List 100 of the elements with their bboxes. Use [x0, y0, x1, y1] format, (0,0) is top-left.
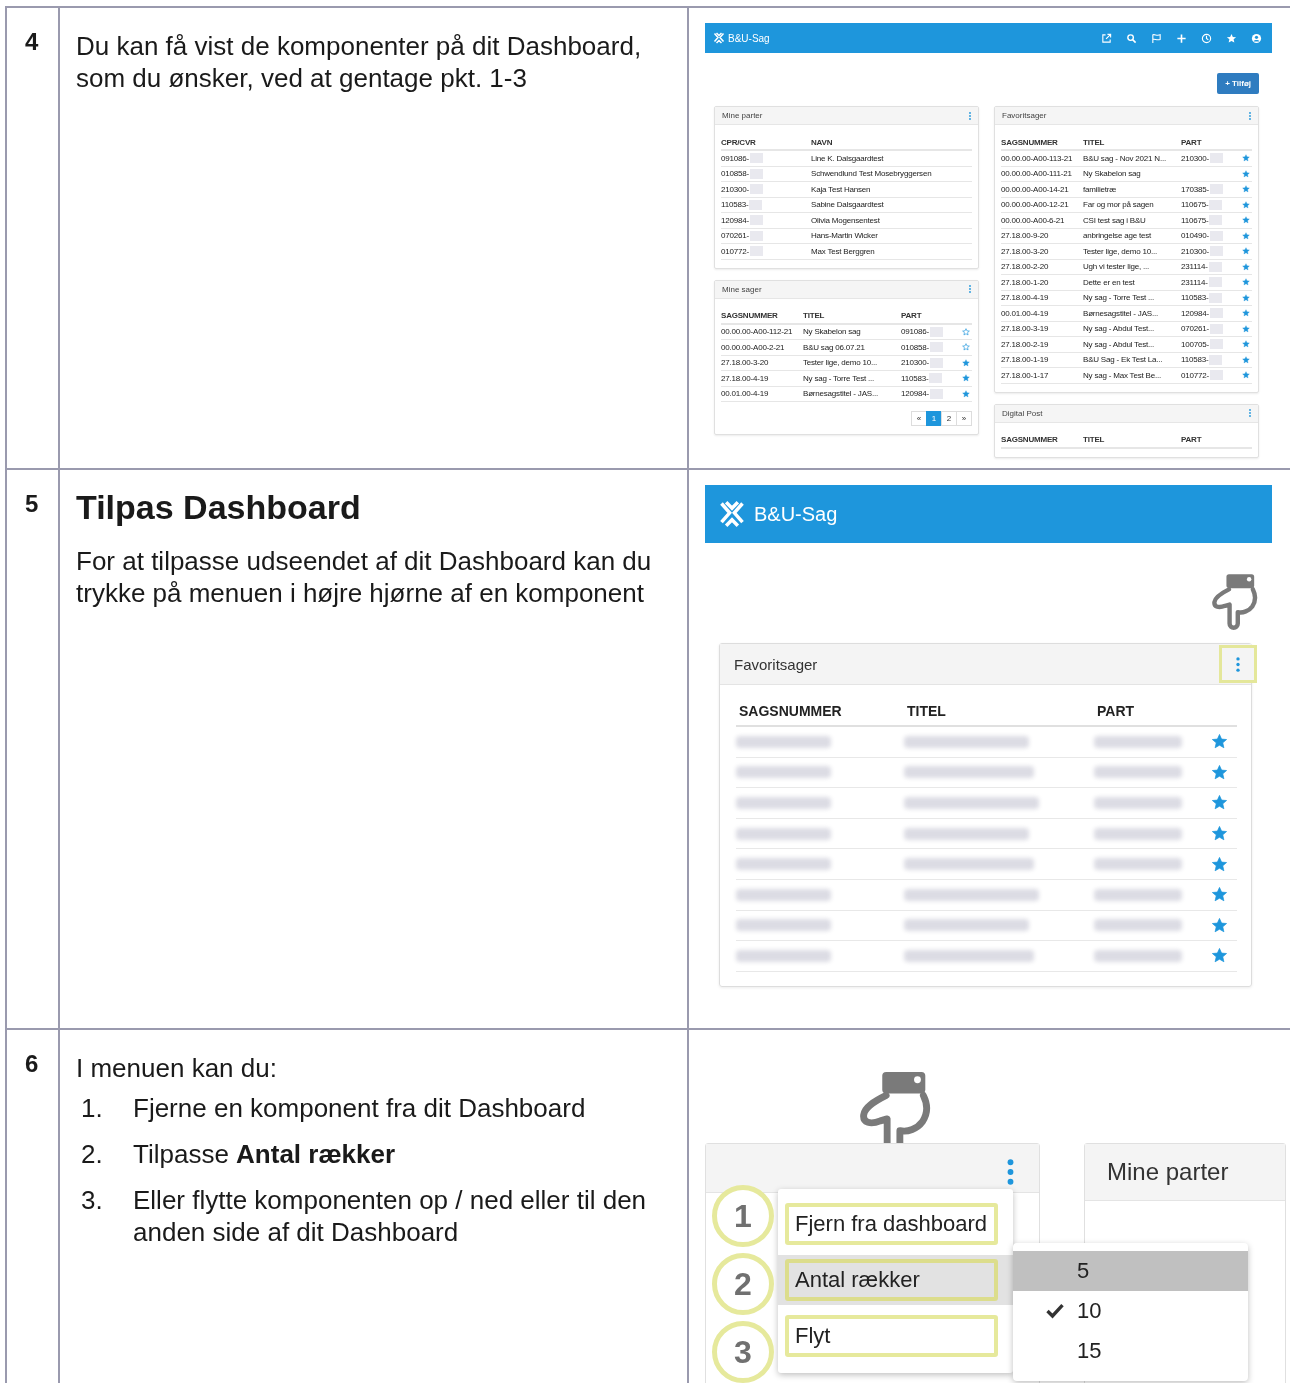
table-cell: 00.00.00-A00-14-21 — [1001, 184, 1069, 194]
table-cell: 070261- — [721, 231, 749, 241]
table-cell: B&U Sag - Ek Test La... — [1083, 355, 1163, 365]
star-icon[interactable] — [1210, 733, 1228, 751]
flag-icon[interactable] — [1151, 32, 1162, 44]
table-cell: 110583- — [721, 200, 749, 210]
column-header: SAGSNUMMER — [721, 311, 779, 320]
table-cell: Ny sag - Max Test Be... — [1083, 370, 1161, 380]
table-cell: 010858- — [721, 169, 749, 179]
column-header: PART — [1181, 435, 1203, 444]
star-icon[interactable] — [1210, 916, 1228, 934]
column-header: TITEL — [1083, 137, 1106, 147]
list-item-text: Fjerne en komponent fra dit Dashboard — [133, 1092, 586, 1124]
star-icon[interactable] — [1242, 371, 1250, 380]
list-item-text: Tilpasse Antal rækker — [133, 1138, 396, 1170]
instruction-text: For at tilpasse udseendet af dit Dashboard kan du trykke på menuen i højre hjørne af en komponent — [76, 545, 653, 609]
table-cell: Ugh vi tester lige, ... — [1083, 262, 1150, 272]
star-outline-icon[interactable] — [962, 327, 970, 336]
table-cell: 27.18.00-1-20 — [1001, 277, 1049, 287]
star-icon[interactable] — [1242, 340, 1250, 349]
star-icon[interactable] — [1226, 32, 1237, 44]
star-icon[interactable] — [1242, 200, 1250, 209]
table-cell: B&U sag 06.07.21 — [803, 342, 865, 352]
logo-icon — [718, 500, 746, 528]
table-cell: anbringelse age test — [1083, 231, 1152, 241]
external-link-icon[interactable] — [1101, 32, 1112, 44]
table-cell: 27.18.00-4-19 — [1001, 293, 1049, 303]
table-cell: 091086- — [901, 327, 929, 337]
panel-title: Digital Post — [1002, 408, 1043, 418]
star-icon[interactable] — [1210, 947, 1228, 965]
next-page-button[interactable]: » — [956, 411, 972, 426]
star-icon[interactable] — [1242, 262, 1250, 271]
table-cell: Ny Skabelon sag — [1083, 169, 1141, 179]
logo-icon — [713, 32, 725, 44]
table-cell: Hans-Martin Wicker — [811, 231, 878, 241]
table-cell: 27.18.00-3-19 — [1001, 324, 1049, 334]
table-cell: 27.18.00-1-17 — [1001, 370, 1049, 380]
table-cell: 100705- — [1181, 339, 1209, 349]
table-cell: 120984- — [901, 389, 929, 399]
previous-page-button[interactable]: « — [911, 411, 927, 426]
star-icon[interactable] — [1242, 324, 1250, 333]
menu-option[interactable]: 5 — [1013, 1251, 1248, 1291]
star-icon[interactable] — [1242, 278, 1250, 287]
plus-icon[interactable] — [1176, 32, 1187, 44]
star-icon[interactable] — [1242, 355, 1250, 364]
star-icon[interactable] — [1210, 886, 1228, 904]
page-button[interactable]: 2 — [941, 411, 957, 426]
star-icon[interactable] — [1210, 763, 1228, 781]
panel-title: Mine parter — [1107, 1158, 1229, 1186]
table-cell: 010490- — [1181, 231, 1209, 241]
star-icon[interactable] — [1242, 185, 1250, 194]
star-icon[interactable] — [962, 374, 970, 383]
table-cell: 110675- — [1181, 200, 1209, 210]
list-number: 3. — [80, 1184, 104, 1217]
clock-icon[interactable] — [1201, 32, 1212, 44]
star-icon[interactable] — [1242, 216, 1250, 225]
column-header: PART — [1181, 137, 1203, 147]
table-cell: Olivia Mogensentest — [811, 215, 880, 225]
table-cell: Line K. Dalsgaardtest — [811, 153, 884, 163]
star-icon[interactable] — [1210, 825, 1228, 843]
menu-item[interactable]: Flyt — [785, 1315, 998, 1357]
star-icon[interactable] — [1242, 247, 1250, 256]
table-cell: 091086- — [721, 153, 749, 163]
table-cell: 010772- — [721, 246, 749, 256]
user-icon[interactable] — [1251, 32, 1262, 44]
table-cell: 27.18.00-9-20 — [1001, 231, 1049, 241]
app-title: B&U-Sag — [728, 32, 770, 44]
table-cell: Sabine Dalsgaardtest — [811, 200, 884, 210]
table-cell: CSI test sag i B&U — [1083, 215, 1146, 225]
table-cell: Kaja Test Hansen — [811, 184, 871, 194]
table-cell: 00.00.00-A00-2-21 — [721, 342, 785, 352]
star-icon[interactable] — [1242, 154, 1250, 163]
add-button[interactable]: + Tilføj — [1217, 73, 1259, 94]
more-options-icon[interactable] — [1236, 656, 1240, 672]
column-header: CPR/CVR — [721, 137, 757, 147]
table-cell: 00.00.00-A00-111-21 — [1001, 169, 1072, 179]
star-icon[interactable] — [1242, 169, 1250, 178]
star-icon[interactable] — [1242, 293, 1250, 302]
menu-item[interactable]: Fjern fra dashboard — [785, 1203, 998, 1245]
table-cell: 120984- — [721, 215, 749, 225]
search-icon[interactable] — [1126, 32, 1137, 44]
star-icon[interactable] — [1210, 794, 1228, 812]
instruction-text: Du kan få vist de komponenter på dit Dashboard, som du ønsker, ved at gentage pkt. 1-3 — [76, 30, 643, 94]
panel-title: Mine parter — [722, 111, 763, 120]
more-options-icon[interactable] — [1007, 1159, 1014, 1185]
star-icon[interactable] — [962, 358, 970, 367]
panel-title: Favoritsager — [734, 655, 818, 673]
star-icon[interactable] — [962, 389, 970, 398]
star-outline-icon[interactable] — [962, 343, 970, 352]
table-cell: 210300- — [901, 358, 929, 368]
star-icon[interactable] — [1242, 309, 1250, 318]
table-cell: 110583- — [1181, 355, 1209, 365]
table-cell: 27.18.00-4-19 — [721, 373, 769, 383]
table-cell: 110583- — [901, 373, 929, 383]
menu-option[interactable]: 15 — [1013, 1331, 1248, 1371]
menu-option[interactable]: 10 — [1013, 1291, 1248, 1331]
star-icon[interactable] — [1242, 231, 1250, 240]
menu-item[interactable]: Antal rækker — [785, 1259, 998, 1301]
list-item-text: Eller flytte komponenten op / ned eller til den anden side af dit Dashboard — [133, 1184, 648, 1248]
star-icon[interactable] — [1210, 855, 1228, 873]
